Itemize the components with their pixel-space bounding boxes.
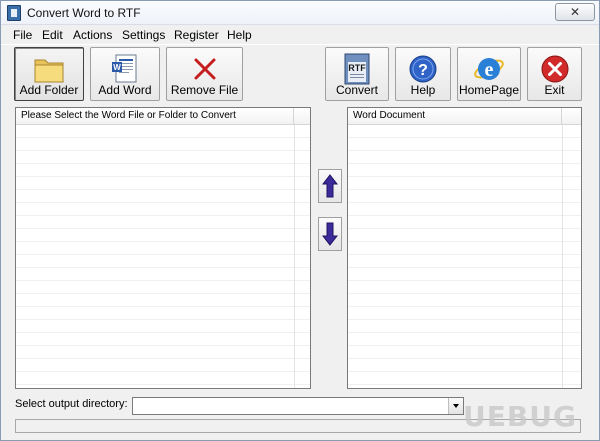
exit-label: Exit bbox=[544, 83, 565, 97]
homepage-label: HomePage bbox=[458, 83, 520, 97]
chevron-down-icon[interactable] bbox=[448, 398, 463, 414]
arrow-up-icon bbox=[322, 174, 338, 198]
remove-file-button[interactable]: Remove File bbox=[166, 47, 243, 101]
window-title: Convert Word to RTF bbox=[27, 6, 141, 20]
move-down-button[interactable] bbox=[318, 217, 342, 251]
exit-close-icon bbox=[541, 55, 568, 83]
word-list-header: Word Document bbox=[348, 108, 581, 125]
svg-text:e: e bbox=[485, 59, 494, 81]
source-list-header: Please Select the Word File or Folder to… bbox=[16, 108, 310, 125]
word-document-icon: W bbox=[112, 54, 137, 83]
arrow-down-icon bbox=[322, 222, 338, 246]
menu-file[interactable]: File bbox=[13, 28, 32, 42]
rtf-icon-text: RTF bbox=[348, 63, 366, 73]
word-document-column-header[interactable]: Word Document bbox=[348, 108, 562, 124]
title-bar: Convert Word to RTF ✕ bbox=[1, 1, 599, 25]
output-directory-combo[interactable] bbox=[132, 397, 464, 415]
window-close-button[interactable]: ✕ bbox=[555, 3, 595, 21]
add-folder-button[interactable]: Add Folder bbox=[14, 47, 84, 101]
menu-bar: File Edit Actions Settings Register Help bbox=[1, 26, 599, 44]
toolbar: Add Folder W Add Word Remove File RTF Co… bbox=[1, 44, 599, 102]
source-list-body bbox=[16, 125, 310, 388]
browser-e-icon: e bbox=[474, 58, 504, 81]
menu-help[interactable]: Help bbox=[227, 28, 252, 42]
exit-button[interactable]: Exit bbox=[527, 47, 582, 101]
word-document-list[interactable]: Word Document bbox=[347, 107, 582, 389]
menu-settings[interactable]: Settings bbox=[122, 28, 165, 42]
menu-register[interactable]: Register bbox=[174, 28, 219, 42]
help-question-icon: ? bbox=[409, 55, 437, 83]
output-directory-label: Select output directory: bbox=[15, 398, 128, 410]
add-word-button[interactable]: W Add Word bbox=[90, 47, 160, 101]
app-icon bbox=[7, 5, 21, 21]
rtf-convert-icon: RTF bbox=[344, 53, 370, 85]
convert-label: Convert bbox=[335, 83, 379, 97]
source-file-list[interactable]: Please Select the Word File or Folder to… bbox=[15, 107, 311, 389]
convert-button[interactable]: RTF Convert bbox=[325, 47, 389, 101]
word-column-divider bbox=[562, 125, 563, 388]
word-list-body bbox=[348, 125, 581, 388]
folder-icon bbox=[34, 59, 64, 83]
svg-text:?: ? bbox=[418, 62, 428, 79]
remove-x-icon bbox=[194, 58, 215, 80]
app-window: Convert Word to RTF ✕ File Edit Actions … bbox=[0, 0, 600, 441]
move-up-button[interactable] bbox=[318, 169, 342, 203]
source-column-header[interactable]: Please Select the Word File or Folder to… bbox=[16, 108, 294, 124]
remove-file-label: Remove File bbox=[170, 83, 239, 97]
menu-edit[interactable]: Edit bbox=[42, 28, 63, 42]
watermark-text: UEBUG bbox=[463, 400, 577, 433]
homepage-button[interactable]: e HomePage bbox=[457, 47, 521, 101]
add-word-label: Add Word bbox=[98, 83, 152, 97]
help-label: Help bbox=[410, 83, 436, 97]
source-column-divider bbox=[294, 125, 295, 388]
menu-actions[interactable]: Actions bbox=[73, 28, 112, 42]
svg-text:W: W bbox=[113, 63, 121, 72]
help-button[interactable]: ? Help bbox=[395, 47, 451, 101]
add-folder-label: Add Folder bbox=[19, 83, 79, 97]
